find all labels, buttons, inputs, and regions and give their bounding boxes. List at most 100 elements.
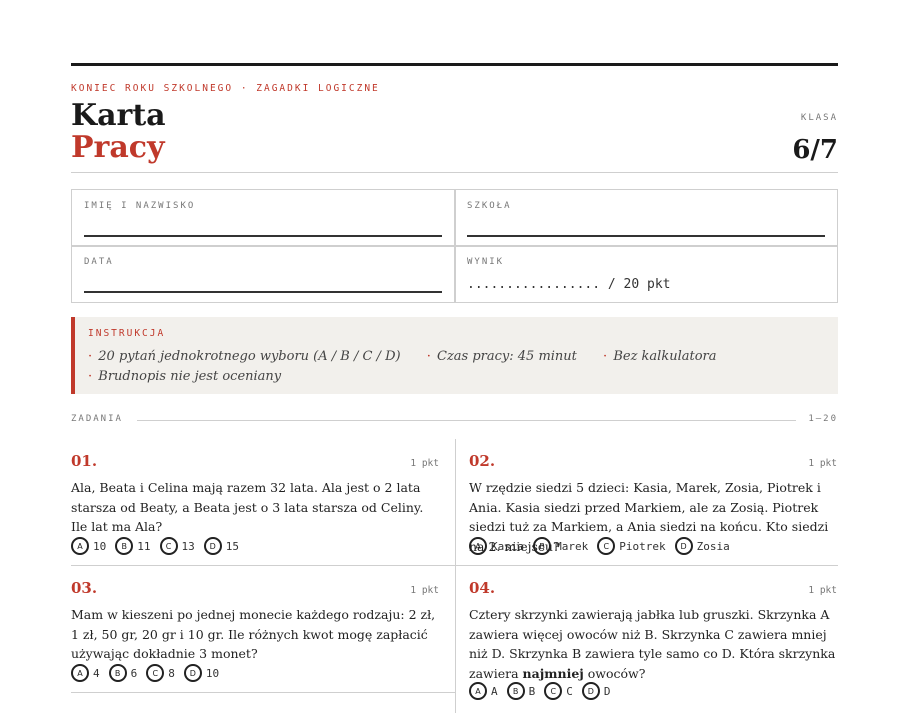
option-value: 10	[93, 539, 107, 553]
bullet-icon: ·	[426, 349, 431, 364]
school-label: SZKOŁA	[467, 201, 512, 211]
instruction-text: Brudnopis nie jest oceniany	[98, 369, 282, 384]
option-circle-icon[interactable]: A	[71, 537, 89, 555]
title-row: Karta Pracy KLASA 6/7	[71, 94, 838, 166]
option-value: 13	[181, 539, 195, 553]
answer-option-a[interactable]: A4	[71, 664, 100, 682]
school-line[interactable]	[467, 235, 825, 237]
instruction-item: · Bez kalkulatora	[603, 349, 716, 364]
option-circle-icon[interactable]: A	[469, 682, 487, 700]
instructions-accent-bar	[71, 317, 75, 394]
answer-option-d[interactable]: DD	[581, 682, 611, 700]
student-fields: IMIĘ I NAZWISKO SZKOŁA DATA WYNIK ......…	[71, 189, 838, 303]
question-text-emphasis: najmniej	[522, 665, 584, 681]
section-header: ZADANIA 1–20	[71, 414, 838, 428]
option-value: 6	[130, 666, 138, 680]
question-number: 01.	[71, 452, 98, 470]
option-value: Piotrek	[619, 539, 666, 553]
option-value: B	[528, 684, 536, 698]
question-number: 03.	[71, 579, 98, 597]
answer-option-c[interactable]: CC	[544, 682, 573, 700]
question-text: Mam w kieszeni po jednej monecie każdego…	[71, 607, 436, 661]
answer-options: AA BB CC DD	[469, 682, 620, 700]
answer-option-d[interactable]: D 15	[203, 537, 239, 555]
bullet-icon: ·	[603, 349, 608, 364]
option-value: 4	[93, 666, 100, 680]
option-value: 10	[205, 666, 220, 680]
answer-options: A 10 B 11 C 13 D 15	[71, 537, 248, 555]
questions-row-divider	[71, 565, 838, 566]
school-field[interactable]: SZKOŁA	[455, 190, 837, 246]
answer-option-a[interactable]: A Kasia	[469, 537, 524, 555]
date-line[interactable]	[84, 291, 442, 293]
worksheet-header: KONIEC ROKU SZKOLNEGO · ZAGADKI LOGICZNE…	[71, 63, 838, 166]
section-rule	[137, 420, 796, 421]
option-circle-icon[interactable]: A	[469, 537, 487, 555]
question-number: 02.	[469, 452, 496, 470]
option-circle-icon[interactable]: C	[146, 664, 165, 682]
instructions-label: INSTRUKCJA	[88, 328, 166, 339]
instruction-text: Bez kalkulatora	[613, 349, 717, 364]
instruction-item: · Brudnopis nie jest oceniany	[88, 369, 281, 384]
bullet-icon: ·	[88, 349, 93, 364]
answer-option-a[interactable]: AA	[469, 682, 498, 700]
title-line-1: Karta	[71, 98, 166, 133]
questions-column-divider	[455, 439, 456, 713]
answer-option-b[interactable]: B Marek	[533, 537, 588, 555]
answer-option-b[interactable]: B 11	[115, 537, 151, 555]
question-points: 1 pkt	[808, 585, 837, 596]
option-circle-icon[interactable]: A	[71, 664, 89, 682]
answer-option-b[interactable]: B6	[108, 664, 138, 682]
option-value: Marek	[555, 539, 589, 553]
bullet-icon: ·	[88, 369, 93, 384]
name-label: IMIĘ I NAZWISKO	[84, 201, 196, 211]
option-circle-icon[interactable]: B	[506, 682, 525, 700]
question-text: Ala, Beata i Celina mają razem 32 lata. …	[71, 480, 424, 534]
option-value: A	[491, 684, 498, 698]
option-circle-icon[interactable]: C	[544, 682, 563, 700]
questions-row-divider	[71, 692, 455, 693]
question-points: 1 pkt	[410, 458, 439, 469]
option-circle-icon[interactable]: B	[533, 537, 552, 555]
instructions-list: · 20 pytań jednokrotnego wyboru (A / B /…	[88, 347, 808, 387]
question-card: 04. 1 pkt Cztery skrzynki zawierają jabł…	[469, 579, 837, 709]
date-label: DATA	[84, 257, 114, 267]
instruction-text: 20 pytań jednokrotnego wyboru (A / B / C…	[98, 349, 401, 364]
score-value: ................. / 20 pkt	[467, 277, 671, 292]
answer-option-c[interactable]: C 13	[159, 537, 195, 555]
answer-option-b[interactable]: BB	[506, 682, 536, 700]
name-field[interactable]: IMIĘ I NAZWISKO	[72, 190, 454, 246]
kicker: KONIEC ROKU SZKOLNEGO · ZAGADKI LOGICZNE	[71, 83, 380, 94]
question-text-part: owoców?	[583, 665, 646, 681]
answer-option-a[interactable]: A 10	[71, 537, 106, 555]
section-range: 1–20	[808, 414, 838, 424]
option-value: D	[603, 684, 611, 698]
answer-options: A4 B6 C8 D 10	[71, 664, 228, 682]
date-field[interactable]: DATA	[72, 246, 454, 302]
fields-horizontal-divider	[72, 245, 837, 247]
option-circle-icon[interactable]: B	[108, 664, 127, 682]
option-circle-icon[interactable]: B	[115, 537, 134, 555]
instruction-item: · 20 pytań jednokrotnego wyboru (A / B /…	[88, 349, 401, 364]
option-circle-icon[interactable]: C	[597, 537, 616, 555]
question-text: Cztery skrzynki zawierają jabłka lub gru…	[469, 605, 837, 683]
option-circle-icon[interactable]: C	[159, 537, 178, 555]
option-circle-icon[interactable]: D	[183, 664, 202, 682]
option-circle-icon[interactable]: D	[203, 537, 222, 555]
top-rule	[71, 63, 838, 66]
option-circle-icon[interactable]: D	[674, 537, 693, 555]
name-line[interactable]	[84, 235, 442, 237]
klasa-label: KLASA	[800, 113, 838, 123]
header-divider	[71, 172, 838, 173]
score-label: WYNIK	[467, 257, 505, 267]
instruction-text: Czas pracy: 45 minut	[437, 349, 577, 364]
section-label: ZADANIA	[71, 414, 123, 424]
answer-option-c[interactable]: C8	[146, 664, 175, 682]
answer-option-c[interactable]: C Piotrek	[597, 537, 666, 555]
option-circle-icon[interactable]: D	[581, 682, 600, 700]
answer-option-d[interactable]: D Zosia	[674, 537, 730, 555]
question-points: 1 pkt	[410, 585, 439, 596]
question-points: 1 pkt	[808, 458, 837, 469]
answer-options: A Kasia B Marek C Piotrek D Zosia	[469, 537, 739, 555]
answer-option-d[interactable]: D 10	[183, 664, 220, 682]
